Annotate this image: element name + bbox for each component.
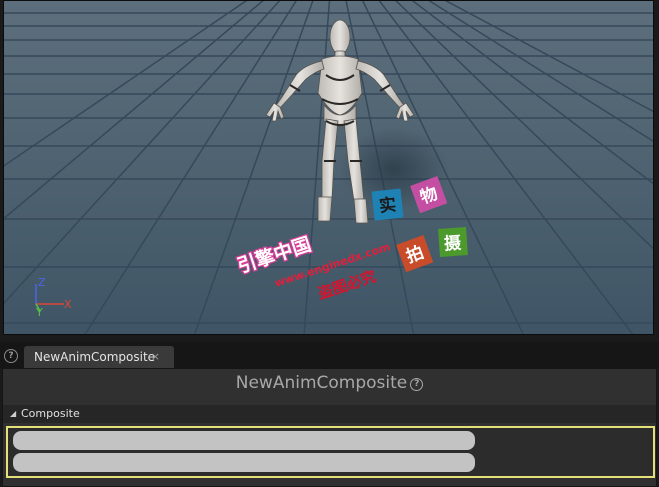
y-axis-label: Y xyxy=(35,306,43,319)
section-label: Composite xyxy=(21,407,80,420)
panel-title-text: NewAnimComposite xyxy=(235,373,408,393)
svg-text:摄: 摄 xyxy=(443,232,462,254)
composite-track-area[interactable] xyxy=(6,426,655,478)
tab-strip: ? NewAnimComposite × xyxy=(0,342,659,368)
watermark-tile-1: 实 xyxy=(371,188,404,221)
section-header-composite[interactable]: ◢ Composite xyxy=(3,405,656,423)
svg-text:实: 实 xyxy=(378,194,397,217)
composite-track-segment[interactable] xyxy=(13,431,475,450)
composite-track-segment[interactable] xyxy=(13,453,475,472)
z-axis-label: Z xyxy=(38,276,46,289)
x-axis-label: X xyxy=(64,298,72,311)
watermark-tile-4: 摄 xyxy=(438,227,468,257)
help-icon[interactable]: ? xyxy=(410,378,424,391)
viewport-scene: Z Y X 引擎中国 www.enginedx.com 盗图必究 实 物 拍 摄 xyxy=(4,1,653,334)
composite-panel: NewAnimComposite? ◢ Composite xyxy=(2,368,657,487)
tab-label: NewAnimComposite xyxy=(34,350,156,364)
tab-newanimcomposite[interactable]: NewAnimComposite × xyxy=(24,346,174,368)
close-icon[interactable]: × xyxy=(151,346,160,368)
panel-title: NewAnimComposite? xyxy=(3,369,656,397)
collapse-arrow-icon[interactable]: ◢ xyxy=(10,405,16,423)
help-icon[interactable]: ? xyxy=(4,349,18,363)
viewport[interactable]: Z Y X 引擎中国 www.enginedx.com 盗图必究 实 物 拍 摄 xyxy=(3,0,654,335)
